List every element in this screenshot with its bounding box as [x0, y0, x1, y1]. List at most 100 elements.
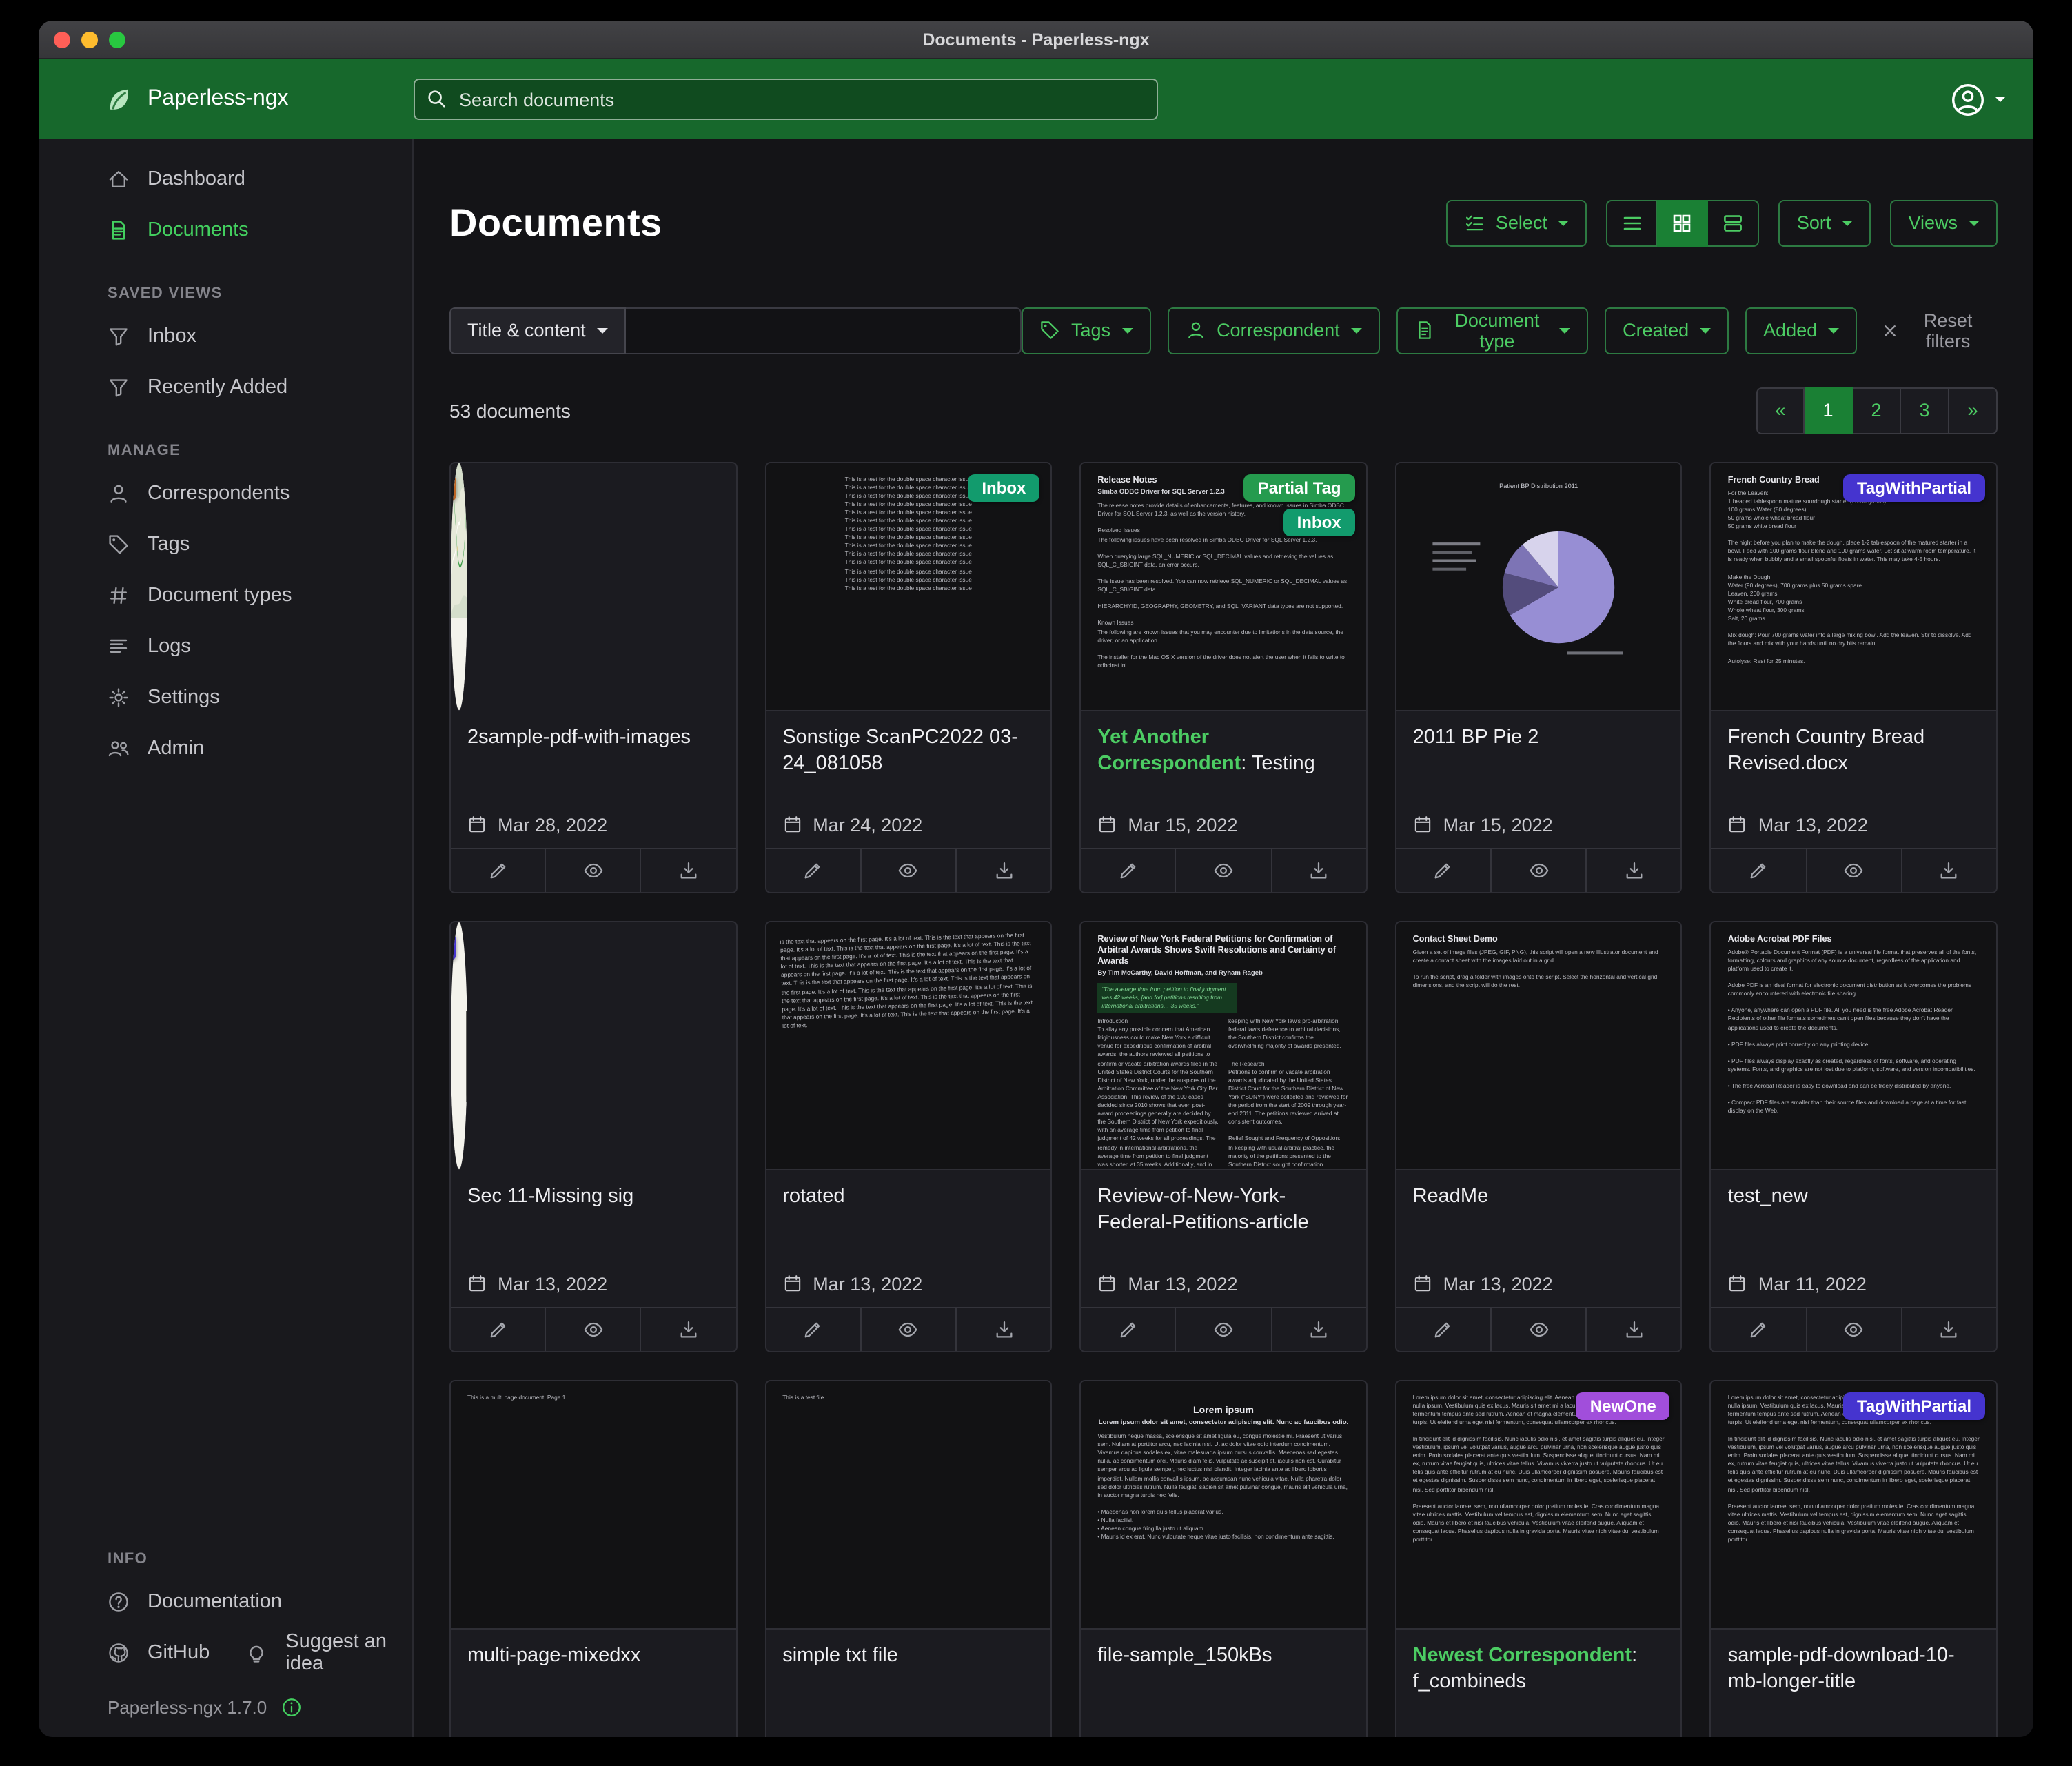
view-button[interactable] — [1490, 849, 1585, 891]
document-title-link[interactable]: file-sample_150kBs — [1097, 1643, 1349, 1669]
sidebar-item-admin[interactable]: Admin — [39, 722, 412, 773]
sidebar-item-documents[interactable]: Documents — [39, 204, 412, 255]
page-1[interactable]: 1 — [1805, 387, 1853, 434]
view-button[interactable] — [1175, 849, 1270, 891]
tag-tagwithpartial[interactable]: TagWithPartial — [1843, 1392, 1985, 1419]
document-title-link[interactable]: 2sample-pdf-with-images — [467, 724, 719, 751]
view-button[interactable] — [1490, 1308, 1585, 1350]
document-title-link[interactable]: Sec 11-Missing sig — [467, 1184, 719, 1210]
tag-tagwithpartial[interactable]: TagWithPartial — [451, 933, 456, 960]
filter-document-type-button[interactable]: Document type — [1396, 307, 1588, 354]
document-thumbnail[interactable]: Patient BP Distribution 2011 — [1396, 463, 1681, 711]
search-input[interactable] — [414, 79, 1158, 120]
filter-created-button[interactable]: Created — [1605, 307, 1729, 354]
sidebar-item-document-types[interactable]: Document types — [39, 569, 412, 620]
document-title-link[interactable]: Sonstige ScanPC2022 03-24_081058 — [782, 724, 1034, 778]
document-title-link[interactable]: rotated — [782, 1184, 1034, 1210]
sidebar-item-correspondents[interactable]: Correspondents — [39, 467, 412, 518]
document-thumbnail[interactable]: Release NotesSimba ODBC Driver for SQL S… — [1081, 463, 1365, 711]
sidebar-item-inbox[interactable]: Inbox — [39, 310, 412, 361]
document-thumbnail[interactable]: is the text that appears on the first pa… — [766, 922, 1050, 1170]
sidebar-item-github[interactable]: GitHub — [39, 1627, 210, 1678]
download-button[interactable] — [1585, 849, 1680, 891]
document-title-link[interactable]: simple txt file — [782, 1643, 1034, 1669]
document-title-link[interactable]: French Country Bread Revised.docx — [1728, 724, 1980, 778]
document-title-link[interactable]: Yet Another Correspondent: Testing Email — [1097, 724, 1349, 780]
filter-added-button[interactable]: Added — [1745, 307, 1857, 354]
document-title-link[interactable]: 2011 BP Pie 2 — [1413, 724, 1665, 751]
sidebar-item-settings[interactable]: Settings — [39, 671, 412, 722]
edit-button[interactable] — [766, 849, 860, 891]
view-button[interactable] — [860, 849, 955, 891]
view-grid-button[interactable] — [1658, 200, 1709, 247]
sidebar-item-suggest-an-idea[interactable]: Suggest an idea — [210, 1627, 412, 1678]
document-title-link[interactable]: Review-of-New-York-Federal-Petitions-art… — [1097, 1184, 1349, 1237]
document-thumbnail[interactable]: This is a test for the double space char… — [766, 463, 1050, 711]
edit-button[interactable] — [451, 1308, 545, 1350]
reset-filters-button[interactable]: Reset filters — [1873, 308, 1998, 352]
document-title-link[interactable]: ReadMe — [1413, 1184, 1665, 1210]
view-button[interactable] — [860, 1308, 955, 1350]
download-button[interactable] — [1585, 1308, 1680, 1350]
select-button[interactable]: Select — [1446, 200, 1587, 247]
view-button[interactable] — [1175, 1308, 1270, 1350]
download-button[interactable] — [1270, 1308, 1365, 1350]
download-button[interactable] — [1901, 849, 1996, 891]
tag-tagwithpartial[interactable]: TagWithPartial — [1843, 474, 1985, 501]
tag-inbox[interactable]: Inbox — [968, 474, 1039, 501]
document-thumbnail[interactable]: Another Sample Tag — [451, 463, 467, 711]
filter-correspondent-button[interactable]: Correspondent — [1167, 307, 1380, 354]
download-button[interactable] — [1901, 1308, 1996, 1350]
document-thumbnail[interactable]: Review of New York Federal Petitions for… — [1081, 922, 1365, 1170]
document-thumbnail[interactable]: This is a test file. — [766, 1381, 1050, 1629]
download-button[interactable] — [640, 849, 735, 891]
page-2[interactable]: 2 — [1853, 387, 1901, 434]
document-title-link[interactable]: test_new — [1728, 1184, 1980, 1210]
document-thumbnail[interactable]: This is a multi page document. Page 1. — [451, 1381, 735, 1629]
view-button[interactable] — [1805, 849, 1900, 891]
sidebar-item-dashboard[interactable]: Dashboard — [39, 153, 412, 204]
document-title-link[interactable]: multi-page-mixedxx — [467, 1643, 719, 1669]
view-list-button[interactable] — [1607, 200, 1658, 247]
document-thumbnail[interactable]: Lorem ipsumLorem ipsum dolor sit amet, c… — [1081, 1381, 1365, 1629]
view-button[interactable] — [545, 1308, 640, 1350]
document-title-link[interactable]: sample-pdf-download-10-mb-longer-title — [1728, 1643, 1980, 1696]
tag-partial-tag[interactable]: Partial Tag — [1244, 474, 1355, 501]
view-button[interactable] — [1805, 1308, 1900, 1350]
edit-button[interactable] — [1712, 849, 1805, 891]
tag-inbox[interactable]: Inbox — [1283, 508, 1355, 536]
views-button[interactable]: Views — [1890, 200, 1998, 247]
document-thumbnail[interactable]: Adobe Acrobat PDF FilesAdobe® Portable D… — [1712, 922, 1996, 1170]
app-brand[interactable]: Paperless-ngx — [39, 85, 414, 114]
filter-field-dropdown[interactable]: Title & content — [449, 307, 626, 354]
document-title-link[interactable]: Newest Correspondent: f_combineds — [1413, 1643, 1665, 1696]
sidebar-item-recently-added[interactable]: Recently Added — [39, 361, 412, 412]
sidebar-item-documentation[interactable]: Documentation — [39, 1576, 412, 1627]
correspondent-link[interactable]: Yet Another Correspondent — [1097, 726, 1241, 775]
tag-another-sample-tag[interactable]: Another Sample Tag — [451, 474, 456, 501]
filter-text-input[interactable] — [626, 307, 1022, 354]
edit-button[interactable] — [766, 1308, 860, 1350]
download-button[interactable] — [955, 1308, 1050, 1350]
pagination-prev[interactable]: « — [1756, 387, 1805, 434]
user-menu[interactable] — [1951, 82, 2006, 116]
sidebar-item-logs[interactable]: Logs — [39, 620, 412, 671]
edit-button[interactable] — [1396, 1308, 1490, 1350]
filter-tags-button[interactable]: Tags — [1022, 307, 1150, 354]
tag-newone[interactable]: NewOne — [1576, 1392, 1670, 1419]
view-button[interactable] — [545, 849, 640, 891]
edit-button[interactable] — [1081, 849, 1175, 891]
document-thumbnail[interactable]: 11. CONTINUING MEDICAL EDUCATagWithParti… — [451, 922, 467, 1170]
document-thumbnail[interactable]: Lorem ipsum dolor sit amet, consectetur … — [1396, 1381, 1681, 1629]
pagination-next[interactable]: » — [1949, 387, 1998, 434]
info-circle-icon[interactable] — [281, 1697, 301, 1718]
edit-button[interactable] — [1081, 1308, 1175, 1350]
edit-button[interactable] — [1712, 1308, 1805, 1350]
edit-button[interactable] — [451, 849, 545, 891]
download-button[interactable] — [1270, 849, 1365, 891]
edit-button[interactable] — [1396, 849, 1490, 891]
document-thumbnail[interactable]: French Country BreadFor the Leaven: 1 he… — [1712, 463, 1996, 711]
document-thumbnail[interactable]: Lorem ipsum dolor sit amet, consectetur … — [1712, 1381, 1996, 1629]
sidebar-item-tags[interactable]: Tags — [39, 518, 412, 569]
page-3[interactable]: 3 — [1901, 387, 1949, 434]
